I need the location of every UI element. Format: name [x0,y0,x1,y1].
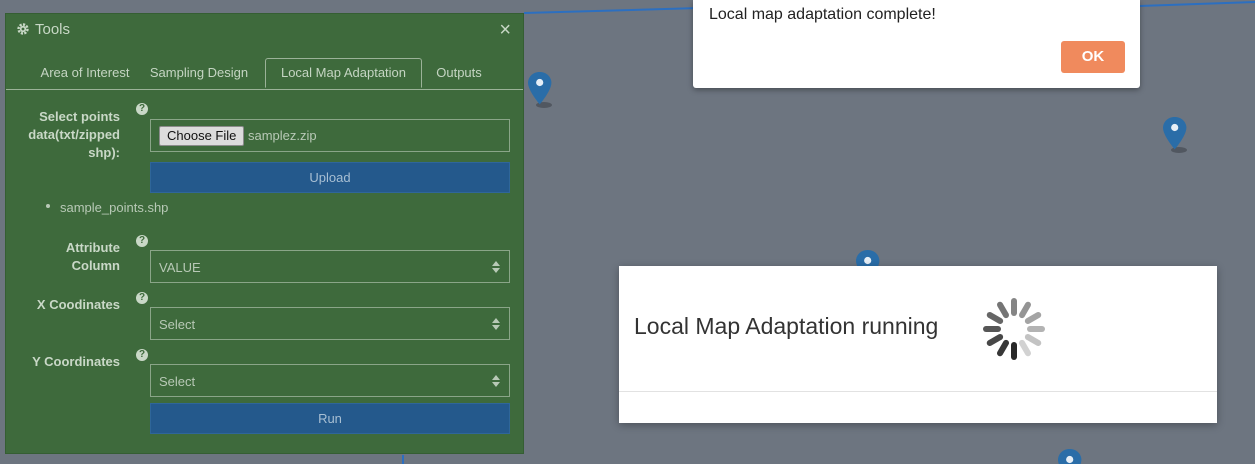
choose-file-button[interactable]: Choose File [159,126,245,146]
progress-message: Local Map Adaptation running [634,313,939,339]
file-input[interactable]: Choose File samplez.zip [150,119,510,152]
help-icon[interactable]: ? [136,103,148,115]
spinner-bar [986,312,1004,325]
selected-file-name: samplez.zip [248,128,317,143]
alert-dialog: Local map adaptation complete! OK [693,0,1140,88]
spinner-bar [997,301,1009,319]
y-coordinates-select[interactable]: Select [150,364,510,397]
tab-bar: Area of Interest Sampling Design Local M… [6,58,523,90]
select-arrows-icon [492,318,500,330]
attribute-column-value: VALUE [159,260,201,275]
x-coordinates-select[interactable]: Select [150,307,510,340]
gear-icon [17,23,29,35]
tools-title: Tools [35,21,71,38]
uploaded-file-item: sample_points.shp [60,200,169,215]
list-bullet [46,204,50,208]
y-coordinates-label: Y Coordinates [32,354,120,369]
select-arrows-icon [492,261,500,273]
ok-button[interactable]: OK [1061,41,1125,73]
map-pin-icon[interactable] [528,72,554,108]
map-pin-icon[interactable] [1058,449,1084,464]
tab-outputs[interactable]: Outputs [428,58,490,88]
tab-sampling-design[interactable]: Sampling Design [142,58,256,88]
spinner-bar [986,334,1004,346]
select-points-label: Select points data(txt/zipped shp): [28,109,120,160]
tools-panel: Tools × Area of Interest Sampling Design… [5,13,524,454]
help-icon[interactable]: ? [136,292,148,304]
attribute-column-select[interactable]: VALUE [150,250,510,283]
y-coordinates-value: Select [159,374,196,389]
spinner-bar [1024,312,1042,324]
spinner-bar [996,339,1009,357]
upload-button[interactable]: Upload [150,162,510,193]
alert-message: Local map adaptation complete! [709,6,936,23]
map-pin-icon[interactable] [1163,117,1189,153]
spinner-bar [1019,301,1031,319]
spinner-bar [1024,334,1042,346]
help-icon[interactable]: ? [136,235,148,247]
tab-local-map-adaptation[interactable]: Local Map Adaptation [265,58,422,88]
x-coordinates-label: X Coodinates [36,297,120,312]
close-icon[interactable]: × [499,20,511,40]
tab-area-of-interest[interactable]: Area of Interest [20,58,150,88]
spinner-bar [1018,339,1031,357]
progress-modal: Local Map Adaptation running [619,266,1217,423]
spinner-icon [983,298,1045,360]
attribute-column-label: Attribute Column [65,240,120,273]
x-coordinates-value: Select [159,317,196,332]
run-button[interactable]: Run [150,403,510,434]
help-icon[interactable]: ? [136,349,148,361]
tools-header: Tools × [6,14,523,46]
modal-divider [619,391,1217,392]
select-arrows-icon [492,375,500,387]
